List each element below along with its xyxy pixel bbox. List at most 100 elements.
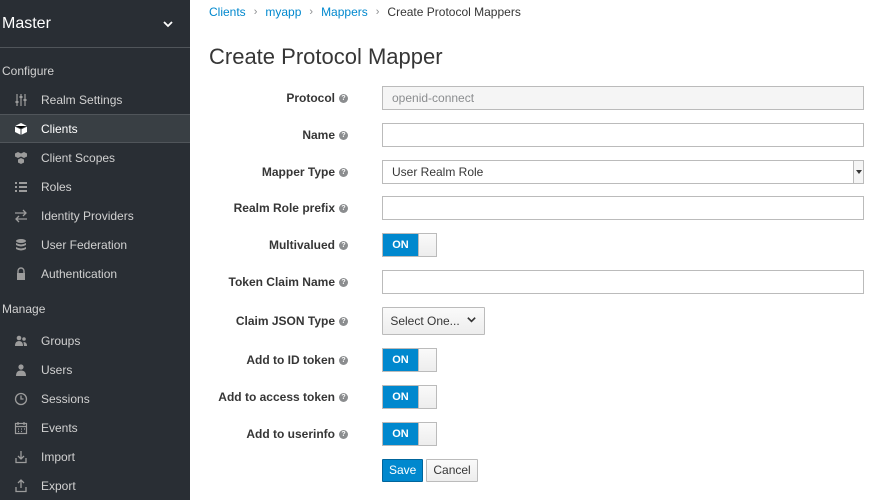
sidebar-item-events[interactable]: Events <box>0 413 190 442</box>
breadcrumb-myapp[interactable]: myapp <box>265 5 301 19</box>
page-title: Create Protocol Mapper <box>209 44 443 69</box>
sidebar-item-authentication[interactable]: Authentication <box>0 259 190 288</box>
add-to-id-token-row: Add to ID token? ON <box>190 348 869 372</box>
realm-name: Master <box>2 14 51 32</box>
sidebar-item-label: Realm Settings <box>41 92 123 107</box>
realm-role-prefix-label: Realm Role prefix <box>233 201 335 215</box>
sidebar-item-label: Users <box>41 362 73 377</box>
sidebar-item-roles[interactable]: Roles <box>0 172 190 201</box>
sidebar-item-label: Events <box>41 420 78 435</box>
help-icon[interactable]: ? <box>339 277 348 287</box>
mapper-type-select[interactable]: User Realm Role <box>382 160 864 184</box>
actions-row: Save Cancel <box>190 458 869 482</box>
claim-json-type-value: Select One... <box>390 314 460 328</box>
help-icon[interactable]: ? <box>339 240 348 250</box>
protocol-field: openid-connect <box>382 86 864 110</box>
protocol-row: Protocol? openid-connect <box>190 86 869 110</box>
token-claim-name-label: Token Claim Name <box>228 275 335 289</box>
toggle-on-label: ON <box>383 423 418 445</box>
sidebar-item-label: Groups <box>41 333 81 348</box>
configure-section-title: Configure <box>2 64 55 78</box>
toggle-on-label: ON <box>383 386 418 408</box>
import-icon <box>14 450 28 464</box>
multivalued-row: Multivalued? ON <box>190 233 869 257</box>
sidebar-item-user-federation[interactable]: User Federation <box>0 230 190 259</box>
sidebar-item-client-scopes[interactable]: Client Scopes <box>0 143 190 172</box>
toggle-knob <box>418 386 436 408</box>
user-icon <box>14 363 28 377</box>
protocol-label: Protocol <box>286 91 335 105</box>
claim-json-type-label: Claim JSON Type <box>235 314 335 328</box>
sidebar-item-label: Import <box>41 449 76 464</box>
claim-json-type-row: Claim JSON Type? Select One... <box>190 307 869 335</box>
breadcrumb-mappers[interactable]: Mappers <box>321 5 368 19</box>
breadcrumb-separator: › <box>309 6 314 18</box>
sidebar-item-clients[interactable]: Clients <box>0 114 190 143</box>
token-claim-name-field[interactable] <box>382 270 864 294</box>
mapper-type-row: Mapper Type? User Realm Role <box>190 160 869 184</box>
sidebar-item-users[interactable]: Users <box>0 355 190 384</box>
sidebar-item-groups[interactable]: Groups <box>0 326 190 355</box>
realm-role-prefix-field[interactable] <box>382 196 864 220</box>
cancel-button[interactable]: Cancel <box>426 458 478 482</box>
breadcrumb-current: Create Protocol Mappers <box>387 5 521 19</box>
save-button[interactable]: Save <box>382 458 424 482</box>
main-content: Clients › myapp › Mappers › Create Proto… <box>190 0 869 500</box>
sidebar-item-sessions[interactable]: Sessions <box>0 384 190 413</box>
sidebar-item-label: User Federation <box>41 237 128 252</box>
help-icon[interactable]: ? <box>339 93 348 103</box>
add-to-access-token-row: Add to access token? ON <box>190 385 869 409</box>
name-field[interactable] <box>382 123 864 147</box>
cube-icon <box>14 122 28 136</box>
database-icon <box>14 238 28 252</box>
name-label: Name <box>302 128 335 142</box>
multivalued-label: Multivalued <box>268 238 335 252</box>
chevron-down-icon <box>162 18 174 30</box>
clock-icon <box>14 392 28 406</box>
lock-icon <box>14 266 28 281</box>
sliders-icon <box>14 93 28 107</box>
help-icon[interactable]: ? <box>339 203 348 213</box>
sidebar-item-export[interactable]: Export <box>0 471 190 500</box>
breadcrumb-clients[interactable]: Clients <box>209 5 246 19</box>
name-row: Name? <box>190 123 869 147</box>
add-to-id-token-label: Add to ID token <box>246 353 335 367</box>
breadcrumb-separator: › <box>253 6 258 18</box>
help-icon[interactable]: ? <box>339 355 348 365</box>
claim-json-type-dropdown[interactable]: Select One... <box>382 307 485 335</box>
form-actions: Save Cancel <box>382 458 478 482</box>
help-icon[interactable]: ? <box>339 130 348 140</box>
sidebar: Master Configure Realm Settings Clients … <box>0 0 190 500</box>
add-to-access-token-label: Add to access token <box>218 390 335 404</box>
help-icon[interactable]: ? <box>339 316 348 326</box>
exchange-icon <box>14 209 28 223</box>
cubes-icon <box>14 151 28 165</box>
export-icon <box>14 478 28 493</box>
add-to-access-token-toggle[interactable]: ON <box>382 385 437 409</box>
toggle-on-label: ON <box>383 349 418 371</box>
calendar-icon <box>14 421 28 435</box>
multivalued-toggle[interactable]: ON <box>382 233 437 257</box>
add-to-id-token-toggle[interactable]: ON <box>382 348 437 372</box>
sidebar-item-label: Clients <box>41 121 78 136</box>
token-claim-name-row: Token Claim Name? <box>190 270 869 294</box>
mapper-type-value: User Realm Role <box>392 165 484 179</box>
add-to-userinfo-toggle[interactable]: ON <box>382 422 437 446</box>
realm-selector[interactable]: Master <box>0 0 190 48</box>
breadcrumb: Clients › myapp › Mappers › Create Proto… <box>209 4 521 20</box>
manage-section-title: Manage <box>2 302 46 316</box>
users-icon <box>14 334 28 348</box>
toggle-knob <box>418 423 436 445</box>
chevron-down-icon <box>466 314 477 328</box>
breadcrumb-separator: › <box>375 6 380 18</box>
sidebar-item-realm-settings[interactable]: Realm Settings <box>0 85 190 114</box>
help-icon[interactable]: ? <box>339 429 348 439</box>
sidebar-item-label: Export <box>41 478 76 493</box>
add-to-userinfo-label: Add to userinfo <box>246 427 335 441</box>
help-icon[interactable]: ? <box>339 167 348 177</box>
sidebar-item-label: Authentication <box>41 266 118 281</box>
help-icon[interactable]: ? <box>339 392 348 402</box>
sidebar-item-import[interactable]: Import <box>0 442 190 471</box>
sidebar-item-identity-providers[interactable]: Identity Providers <box>0 201 190 230</box>
sidebar-item-label: Roles <box>41 179 72 194</box>
